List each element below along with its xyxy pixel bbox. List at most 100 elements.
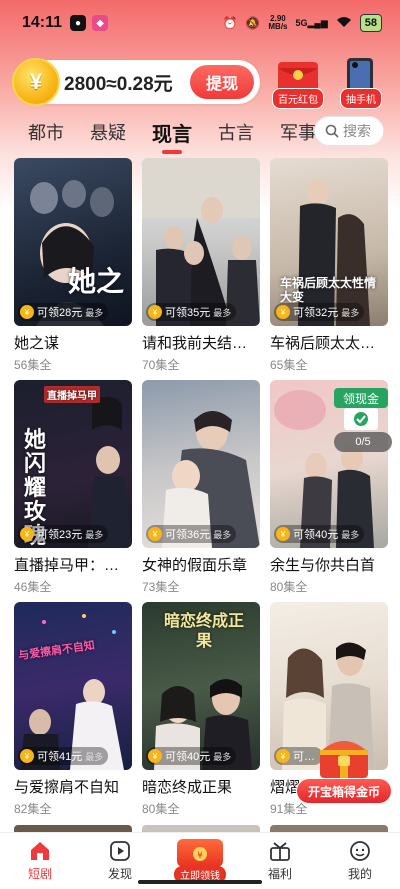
drama-title: 直播掉马甲：… xyxy=(14,557,120,574)
cash-bonus-label: 领现金 xyxy=(334,388,388,408)
reward-amount: 可领23元 xyxy=(37,529,83,541)
drama-card[interactable]: 她之 ¥ 可领28元 最多 她之谋 56集全 xyxy=(14,158,132,373)
coin-icon: ¥ xyxy=(148,527,162,541)
reward-max: 最多 xyxy=(85,529,104,540)
reward-badge: ¥ 可领36元 最多 xyxy=(146,525,237,543)
play-icon xyxy=(110,841,130,861)
battery-indicator: 58 xyxy=(359,14,382,32)
drama-episodes: 82集全 xyxy=(14,802,52,816)
status-time: 14:11 xyxy=(22,14,63,31)
poster-title-art: 暗恋终成正果 xyxy=(164,613,245,650)
home-icon xyxy=(31,842,49,860)
drama-episodes: 46集全 xyxy=(14,580,52,594)
red-envelope-promo[interactable]: 百元红包 xyxy=(272,58,324,109)
search-label: 搜索 xyxy=(343,123,371,139)
reward-amount: 可领35元 xyxy=(165,307,211,319)
phone-prize-label: 抽手机 xyxy=(340,88,382,109)
reward-max: 最多 xyxy=(341,529,360,540)
drama-title: 余生与你共白首 xyxy=(270,557,376,574)
tab-ancient-romance[interactable]: 古言 xyxy=(218,119,254,145)
reward-max: 最多 xyxy=(85,751,104,762)
money-bag-icon: ¥ xyxy=(177,839,223,867)
drama-title: 暗恋终成正果 xyxy=(142,779,233,796)
profile-icon xyxy=(350,841,370,861)
svg-text:¥: ¥ xyxy=(197,851,203,861)
reward-max: 最多 xyxy=(341,307,360,318)
nav-shorts[interactable]: 短剧 xyxy=(0,833,80,889)
poster-art xyxy=(20,614,124,770)
open-chest-button[interactable]: 开宝箱得金币 xyxy=(296,778,392,804)
drama-card[interactable]: 与爱擦肩不自知 ¥ 可领41元 最多 与爱擦肩不自知 82集全 xyxy=(14,602,132,817)
drama-episodes: 73集全 xyxy=(142,580,180,594)
reward-amount: 可领40元 xyxy=(165,751,211,763)
tab-urban[interactable]: 都市 xyxy=(28,119,64,145)
drama-title: 与爱擦肩不自知 xyxy=(14,779,120,796)
reward-badge: ¥ 可领35元 最多 xyxy=(146,303,237,321)
coin-balance-bar[interactable]: ¥ 2800≈0.28元 提现 xyxy=(12,58,260,106)
reward-amount: 可领40元 xyxy=(293,529,339,541)
drama-title: 她之谋 xyxy=(14,335,60,352)
coin-icon: ¥ xyxy=(20,305,34,319)
reward-badge: ¥ 可领40元 最多 xyxy=(274,525,365,543)
nav-profile[interactable]: 我的 xyxy=(320,833,400,889)
net-speed-unit: MB/s xyxy=(268,22,288,31)
drama-title: 车祸后顾太太… xyxy=(270,335,376,352)
drama-card[interactable]: 暗恋终成正果 ¥ 可领40元 最多 暗恋终成正果 80集全 xyxy=(142,602,260,817)
wechat-pay-icon xyxy=(344,408,378,430)
reward-max: 最多 xyxy=(85,307,104,318)
drama-poster: ¥ 可领36元 最多 xyxy=(142,380,260,548)
reward-amount: 可领36元 xyxy=(165,529,211,541)
status-system-icons: ⏰ 🔕 2.90 MB/s 5G▂▄▆ 58 xyxy=(222,14,382,32)
reward-max: 最多 xyxy=(213,751,232,762)
status-notification-icons: ● ◆ xyxy=(70,15,109,31)
drama-card[interactable]: 车祸后顾太太性情大变 ¥ 可领32元 最多 车祸后顾太太… 65集全 xyxy=(270,158,388,373)
poster-title-art: 她之 xyxy=(67,266,124,297)
reward-max: 最多 xyxy=(213,307,232,318)
coin-icon: ¥ xyxy=(276,749,290,763)
reward-badge: ¥ 可领32元 最多 xyxy=(274,303,365,321)
nav-label: 发现 xyxy=(107,867,132,881)
reward-amount: 可领41元 xyxy=(37,751,83,763)
signal-icon: 5G▂▄▆ xyxy=(295,17,328,28)
coin-icon: ¥ xyxy=(276,527,290,541)
coin-balance-text: 2800≈0.28元 xyxy=(64,73,173,95)
drama-poster: 车祸后顾太太性情大变 ¥ 可领32元 最多 xyxy=(270,158,388,326)
home-indicator xyxy=(138,880,262,884)
reward-badge: ¥ 可领23元 最多 xyxy=(18,525,109,543)
tab-military[interactable]: 军事 xyxy=(280,119,316,145)
drama-episodes: 80集全 xyxy=(142,802,180,816)
category-tabs: 都市 悬疑 现言 古言 军事 搜索 xyxy=(0,112,400,154)
drama-card[interactable]: 直播掉马甲 她闪耀玫瑰 ¥ 可领23元 最多 直播掉马甲：… 46集全 xyxy=(14,380,132,595)
search-icon xyxy=(325,124,339,138)
reward-badge: ¥ 可领28元 最多 xyxy=(18,303,109,321)
nav-label: 福利 xyxy=(267,867,292,881)
penguin-app-icon: ● xyxy=(70,15,87,31)
coin-icon: ¥ xyxy=(20,749,34,763)
tab-modern-romance[interactable]: 现言 xyxy=(152,118,192,154)
reward-max: 最多 xyxy=(213,529,232,540)
drama-card[interactable]: ¥ 可领35元 最多 请和我前夫结… 70集全 xyxy=(142,158,260,373)
drama-episodes: 70集全 xyxy=(142,358,180,372)
drama-episodes: 65集全 xyxy=(270,358,308,372)
reward-badge: ¥ 可领40元 最多 xyxy=(146,747,237,765)
search-button[interactable]: 搜索 xyxy=(314,116,384,146)
signal-label: 5G xyxy=(295,17,308,28)
poster-art xyxy=(162,411,260,548)
coin-icon: ¥ xyxy=(148,749,162,763)
drama-title: 女神的假面乐章 xyxy=(142,557,248,574)
drama-episodes: 56集全 xyxy=(14,358,52,372)
withdraw-button[interactable]: 提现 xyxy=(190,65,254,99)
wifi-icon xyxy=(336,16,352,31)
treasure-chest-widget[interactable]: 开宝箱得金币 xyxy=(296,730,392,804)
poster-art xyxy=(142,158,260,326)
drama-poster: 暗恋终成正果 ¥ 可领40元 最多 xyxy=(142,602,260,770)
app-notification-icon: ◆ xyxy=(92,15,109,31)
task-progress: 0/5 xyxy=(334,432,392,452)
poster-title-art: 车祸后顾太太性情大变 xyxy=(280,276,377,304)
drama-card[interactable]: ¥ 可领36元 最多 女神的假面乐章 73集全 xyxy=(142,380,260,595)
tab-suspense[interactable]: 悬疑 xyxy=(90,119,126,145)
phone-prize-promo[interactable]: 抽手机 xyxy=(340,56,382,109)
drama-title: 请和我前夫结… xyxy=(142,335,248,352)
reward-amount: 可领32元 xyxy=(293,307,339,319)
coin-icon: ¥ xyxy=(276,305,290,319)
